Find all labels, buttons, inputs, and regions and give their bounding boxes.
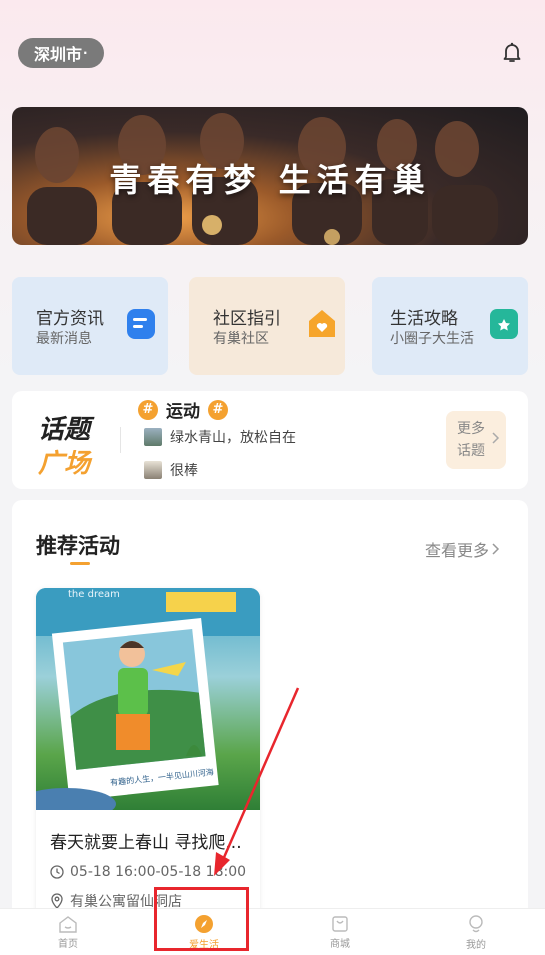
card-title: 生活攻略 [390, 309, 458, 329]
annotation-highlight-box [154, 887, 249, 951]
shopping-bag-icon [332, 915, 348, 932]
home-icon [59, 915, 77, 933]
recommended-section: 推荐活动 查看更多 the dream 有趣的人生，一半见山川河海 春天就要上春… [12, 500, 528, 928]
divider [120, 427, 121, 453]
city-name: 深圳市 [34, 45, 83, 64]
chevron-right-icon [492, 543, 500, 555]
bottom-tab-bar: 首页 爱生活 商城 我的 [0, 908, 545, 955]
tab-label: 我的 [466, 939, 486, 951]
more-topics-button[interactable]: 更多 话题 [446, 411, 506, 469]
section-title: 推荐活动 [36, 534, 120, 558]
topic-logo-line1: 话题 [38, 415, 91, 445]
activity-title: 春天就要上春山 寻找爬... [50, 833, 242, 853]
tab-label: 商城 [330, 938, 350, 950]
tab-mine[interactable]: 我的 [408, 909, 544, 955]
card-title: 社区指引 [213, 309, 281, 329]
card-title: 官方资讯 [36, 309, 104, 329]
topic-avatar [144, 428, 162, 446]
card-life-guide[interactable]: 生活攻略 小圈子大生活 [372, 277, 528, 375]
card-subtitle: 最新消息 [36, 331, 92, 347]
card-official-news[interactable]: 官方资讯 最新消息 [12, 277, 168, 375]
tab-shop[interactable]: 商城 [272, 909, 408, 955]
activity-time-row: 05-18 16:00-05-18 18:00 [50, 864, 246, 880]
activity-image: the dream 有趣的人生，一半见山川河海 [36, 588, 260, 820]
bell-icon[interactable] [500, 40, 524, 64]
topic-item[interactable]: 很棒 [144, 460, 198, 480]
tab-label: 首页 [58, 938, 78, 950]
card-subtitle: 有巢社区 [213, 331, 269, 347]
topic-avatar [144, 461, 162, 479]
location-pin-icon [51, 893, 63, 909]
banner-slogan: 青春有梦 生活有巢 [109, 161, 431, 199]
card-subtitle: 小圈子大生活 [390, 331, 474, 347]
topic-title: 运动 [166, 402, 200, 422]
more-topics-line2: 话题 [457, 443, 485, 459]
user-icon [469, 914, 483, 932]
promo-banner[interactable]: 青春有梦 生活有巢 [12, 107, 528, 245]
activity-card[interactable]: the dream 有趣的人生，一半见山川河海 春天就要上春山 寻找爬... 0… [36, 588, 260, 928]
topic-square[interactable]: 话题 广场 # 运动 # 绿水青山，放松自在 很棒 更多 话题 [12, 391, 528, 489]
topic-title-row[interactable]: # 运动 # [138, 397, 228, 422]
chevron-right-icon [492, 429, 500, 451]
clock-icon [50, 865, 64, 879]
activity-time: 05-18 16:00-05-18 18:00 [70, 864, 247, 880]
hash-icon: # [138, 399, 158, 420]
tab-home[interactable]: 首页 [0, 909, 136, 955]
title-underline [70, 562, 90, 565]
hash-icon: # [208, 399, 228, 420]
topic-item[interactable]: 绿水青山，放松自在 [144, 427, 296, 447]
home-heart-icon [306, 307, 338, 345]
topic-item-text: 很棒 [170, 463, 198, 479]
city-selector[interactable]: 深圳市 · [18, 38, 104, 68]
card-community-guide[interactable]: 社区指引 有巢社区 [189, 277, 345, 375]
topic-item-text: 绿水青山，放松自在 [170, 430, 296, 446]
see-more-link[interactable]: 查看更多 [425, 537, 500, 561]
topic-logo-line2: 广场 [38, 449, 91, 479]
see-more-label: 查看更多 [425, 541, 490, 560]
image-text-top: the dream [68, 589, 120, 600]
news-doc-icon [126, 307, 156, 345]
city-dropdown-dot: · [83, 46, 88, 60]
bookmark-star-icon [488, 307, 520, 345]
more-topics-line1: 更多 [457, 421, 485, 437]
